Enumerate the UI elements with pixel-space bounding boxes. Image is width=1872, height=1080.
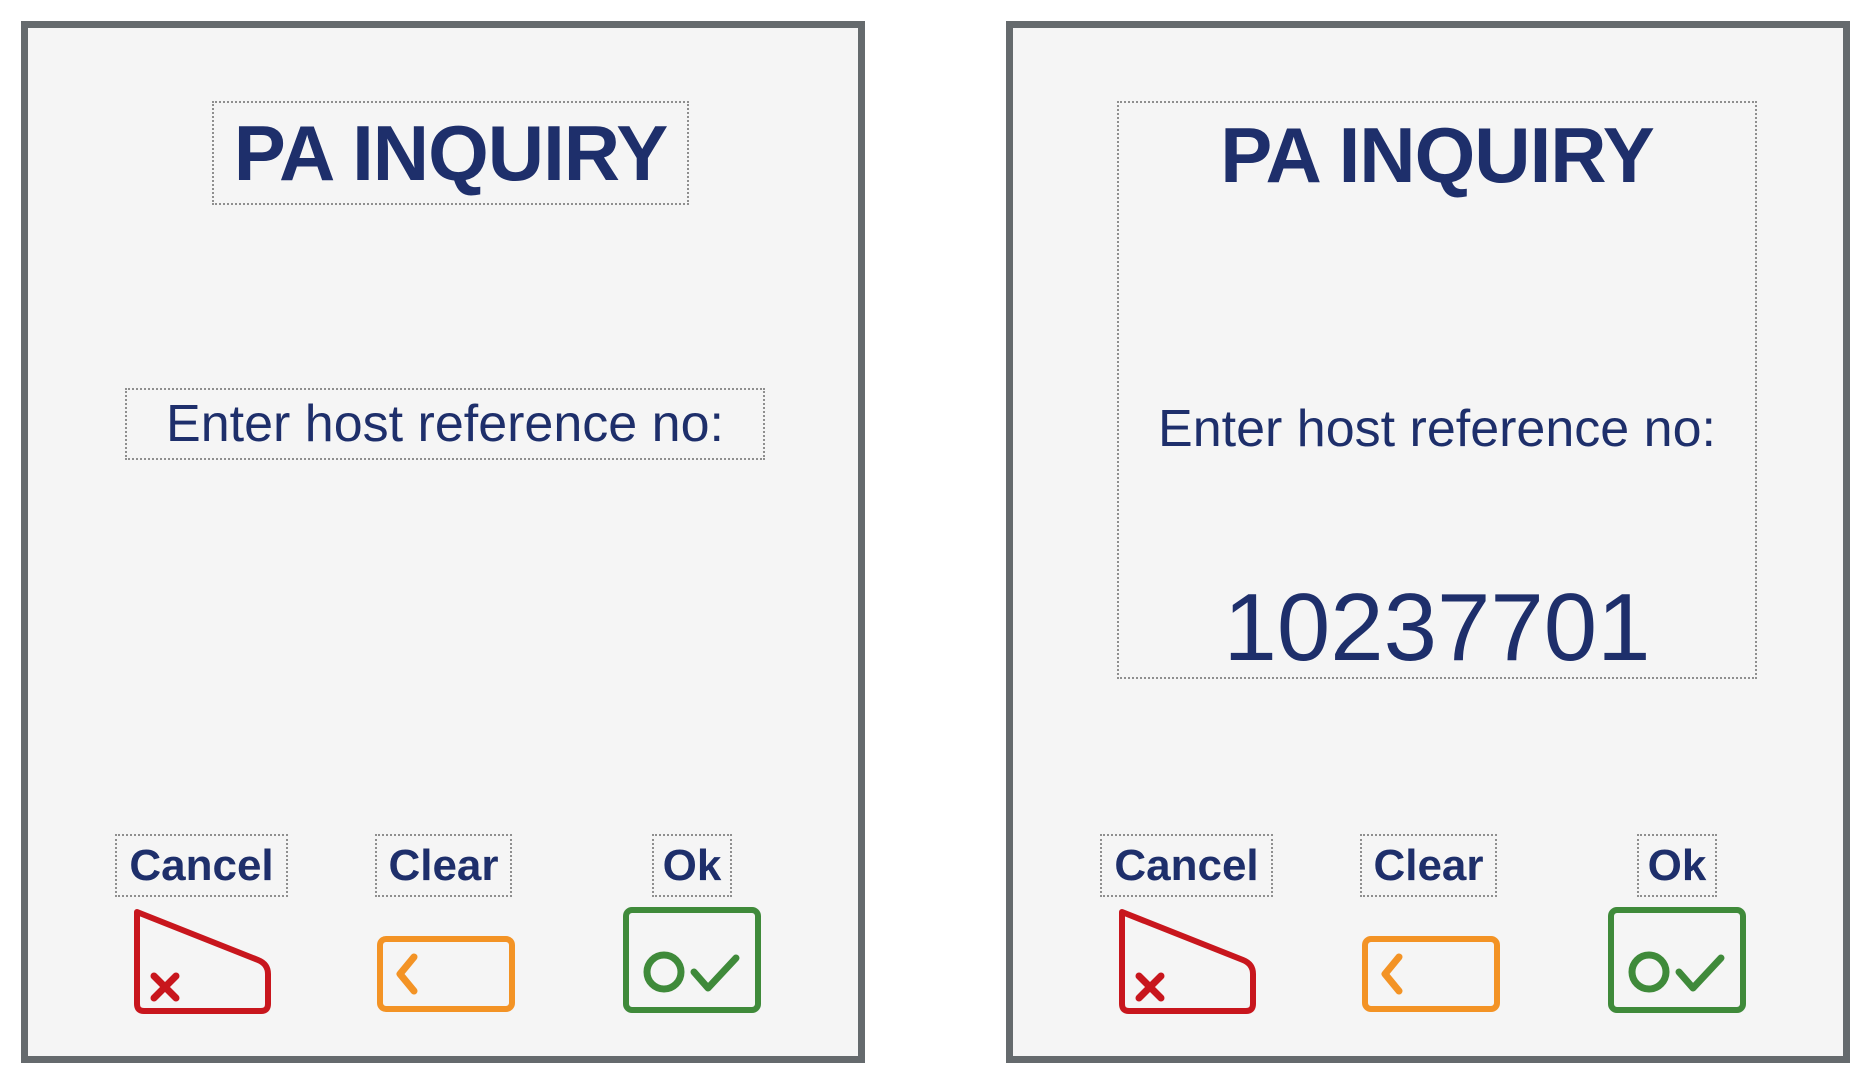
cancel-button[interactable] — [132, 908, 274, 1016]
clear-button[interactable] — [1361, 935, 1501, 1013]
ok-label-box: Ok — [1637, 834, 1717, 897]
reference-value-box: 10237701 — [1119, 573, 1755, 683]
clear-button[interactable] — [376, 935, 516, 1013]
ok-circle-check-key-icon — [623, 907, 761, 1013]
terminal-screen-empty: PA INQUIRY Enter host reference no: Canc… — [21, 21, 865, 1063]
prompt-box: Enter host reference no: — [125, 388, 765, 460]
cancel-label: Cancel — [1114, 840, 1259, 890]
screen-title: PA INQUIRY — [1220, 110, 1654, 199]
ok-label-box: Ok — [652, 834, 732, 897]
cancel-x-key-icon — [1119, 909, 1256, 1014]
cancel-label-box: Cancel — [115, 834, 288, 897]
cancel-button[interactable] — [1117, 908, 1259, 1016]
terminal-screen-filled: PA INQUIRY Enter host reference no: 1023… — [1006, 21, 1850, 1063]
ok-button[interactable] — [1607, 906, 1747, 1014]
screen-title: PA INQUIRY — [233, 108, 668, 197]
clear-label: Clear — [388, 840, 499, 890]
ok-button[interactable] — [622, 906, 762, 1014]
cancel-label-box: Cancel — [1100, 834, 1273, 897]
ok-label: Ok — [1647, 840, 1707, 890]
ok-label: Ok — [662, 840, 722, 890]
screen-title-box: PA INQUIRY — [212, 101, 689, 205]
content-box: PA INQUIRY Enter host reference no: 1023… — [1117, 101, 1757, 681]
clear-label: Clear — [1373, 840, 1484, 890]
clear-label-box: Clear — [375, 834, 512, 897]
prompt-label: Enter host reference no: — [1158, 400, 1716, 458]
backspace-arrow-key-icon — [377, 936, 515, 1012]
screen-title-box: PA INQUIRY — [1119, 103, 1755, 207]
reference-number-value: 10237701 — [1223, 574, 1651, 681]
prompt-label: Enter host reference no: — [166, 395, 724, 453]
prompt-box: Enter host reference no: — [1119, 393, 1755, 465]
cancel-x-key-icon — [134, 909, 271, 1014]
cancel-label: Cancel — [129, 840, 274, 890]
backspace-arrow-key-icon — [1362, 936, 1500, 1012]
clear-label-box: Clear — [1360, 834, 1497, 897]
ok-circle-check-key-icon — [1608, 907, 1746, 1013]
